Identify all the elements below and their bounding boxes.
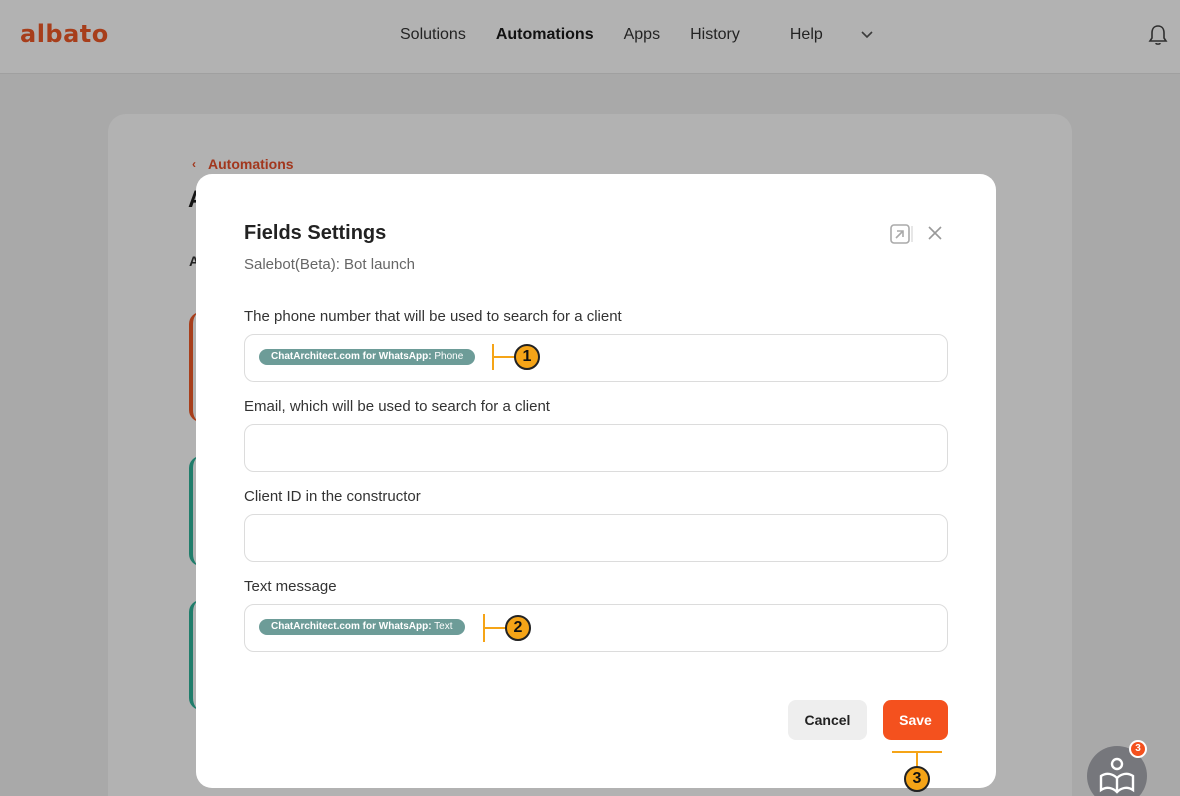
cancel-button[interactable]: Cancel bbox=[788, 700, 867, 740]
phone-field-label: The phone number that will be used to se… bbox=[244, 308, 622, 325]
phone-mapping-chip[interactable]: ChatArchitect.com for WhatsApp: Phone bbox=[259, 349, 476, 365]
annotation-connector bbox=[492, 356, 516, 358]
collapse-icon[interactable] bbox=[890, 224, 914, 244]
annotation-connector bbox=[916, 751, 918, 767]
chip-source: ChatArchitect.com for WhatsApp: bbox=[271, 621, 432, 632]
client-id-field[interactable] bbox=[244, 514, 948, 562]
text-mapping-chip[interactable]: ChatArchitect.com for WhatsApp: Text bbox=[259, 619, 465, 635]
annotation-marker-2: 2 bbox=[505, 615, 531, 641]
text-message-field[interactable]: ChatArchitect.com for WhatsApp: Text bbox=[244, 604, 948, 652]
phone-field[interactable]: ChatArchitect.com for WhatsApp: Phone bbox=[244, 334, 948, 382]
close-icon[interactable] bbox=[928, 226, 942, 240]
email-field-label: Email, which will be used to search for … bbox=[244, 398, 550, 415]
chip-field: Phone bbox=[434, 351, 464, 362]
save-button[interactable]: Save bbox=[883, 700, 948, 740]
annotation-marker-3: 3 bbox=[904, 766, 930, 792]
annotation-marker-1: 1 bbox=[514, 344, 540, 370]
modal-title: Fields Settings bbox=[244, 222, 387, 244]
fields-settings-modal: Fields Settings Salebot(Beta): Bot launc… bbox=[196, 174, 996, 788]
notification-badge: 3 bbox=[1129, 740, 1147, 758]
email-field[interactable] bbox=[244, 424, 948, 472]
modal-subtitle: Salebot(Beta): Bot launch bbox=[244, 256, 415, 273]
chip-field: Text bbox=[434, 621, 453, 632]
chip-source: ChatArchitect.com for WhatsApp: bbox=[271, 351, 432, 362]
text-message-field-label: Text message bbox=[244, 578, 337, 595]
client-id-field-label: Client ID in the constructor bbox=[244, 488, 421, 505]
annotation-connector bbox=[483, 627, 507, 629]
